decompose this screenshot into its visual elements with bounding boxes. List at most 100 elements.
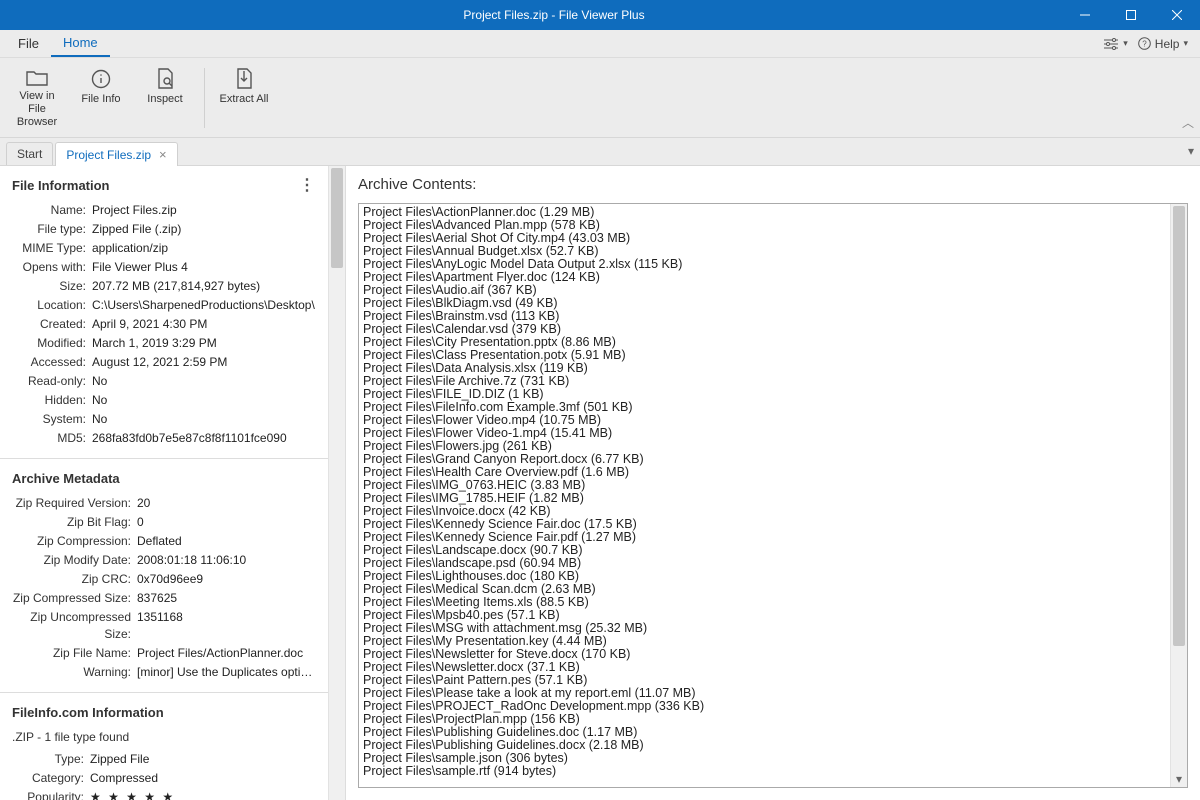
minimize-button[interactable] bbox=[1062, 0, 1108, 30]
help-button[interactable]: ? Help ▾ bbox=[1138, 37, 1188, 51]
view-in-file-browser-button[interactable]: View in File Browser bbox=[8, 64, 66, 132]
info-label: Location: bbox=[12, 297, 92, 314]
help-label: Help bbox=[1155, 37, 1180, 51]
info-row: System:No bbox=[0, 410, 328, 429]
info-row: Zip File Name:Project Files/ActionPlanne… bbox=[0, 644, 328, 663]
archive-entry[interactable]: Project Files\sample.rtf (914 bytes) bbox=[363, 765, 1166, 778]
info-value: Zipped File bbox=[90, 751, 316, 768]
info-row: Read-only:No bbox=[0, 372, 328, 391]
inspect-icon bbox=[155, 67, 175, 91]
info-row: MIME Type:application/zip bbox=[0, 239, 328, 258]
info-value: Project Files/ActionPlanner.doc bbox=[137, 645, 316, 662]
tab-strip: Start Project Files.zip × ▾ bbox=[0, 138, 1200, 166]
info-row: Created:April 9, 2021 4:30 PM bbox=[0, 315, 328, 334]
info-panel: File Information ⋮ Name:Project Files.zi… bbox=[0, 166, 346, 800]
info-value: 0 bbox=[137, 514, 316, 531]
info-label: Zip Uncompressed Size: bbox=[12, 609, 137, 643]
svg-text:?: ? bbox=[1142, 40, 1147, 49]
info-row: Category:Compressed bbox=[0, 769, 328, 788]
folder-icon bbox=[26, 67, 48, 88]
right-scrollbar[interactable]: ▾ bbox=[1170, 204, 1187, 787]
info-row: Name:Project Files.zip bbox=[0, 201, 328, 220]
archive-contents-list[interactable]: Project Files\ActionPlanner.doc (1.29 MB… bbox=[358, 203, 1188, 788]
info-value: 1351168 bbox=[137, 609, 316, 643]
divider bbox=[0, 458, 328, 459]
settings-button[interactable]: ▾ bbox=[1103, 38, 1128, 50]
info-label: Opens with: bbox=[12, 259, 92, 276]
info-row: Zip Compressed Size:837625 bbox=[0, 589, 328, 608]
info-value: Deflated bbox=[137, 533, 316, 550]
info-label: System: bbox=[12, 411, 92, 428]
info-label: MD5: bbox=[12, 430, 92, 447]
info-value: No bbox=[92, 373, 316, 390]
close-button[interactable] bbox=[1154, 0, 1200, 30]
info-label: Size: bbox=[12, 278, 92, 295]
info-label: Type: bbox=[12, 751, 90, 768]
tab-project-files[interactable]: Project Files.zip × bbox=[55, 142, 177, 166]
collapse-ribbon-icon[interactable]: ︿ bbox=[1182, 114, 1194, 131]
info-label: Hidden: bbox=[12, 392, 92, 409]
info-value: March 1, 2019 3:29 PM bbox=[92, 335, 316, 352]
info-row: Zip Uncompressed Size:1351168 bbox=[0, 608, 328, 644]
archive-contents-heading: Archive Contents: bbox=[358, 176, 1188, 193]
info-row: Opens with:File Viewer Plus 4 bbox=[0, 258, 328, 277]
info-label: Warning: bbox=[12, 664, 137, 681]
info-label: Modified: bbox=[12, 335, 92, 352]
left-scrollbar[interactable] bbox=[328, 166, 345, 800]
info-row: Zip Required Version:20 bbox=[0, 494, 328, 513]
close-tab-icon[interactable]: × bbox=[159, 147, 167, 162]
info-row: Zip Bit Flag:0 bbox=[0, 513, 328, 532]
info-row: Zip CRC:0x70d96ee9 bbox=[0, 570, 328, 589]
info-value: ★ ★ ★ ★ ★ bbox=[90, 789, 316, 800]
file-info-heading: File Information bbox=[12, 178, 110, 193]
info-value: [minor] Use the Duplicates option ... bbox=[137, 664, 316, 681]
window-title: Project Files.zip - File Viewer Plus bbox=[46, 8, 1062, 22]
info-row: Size:207.72 MB (217,814,927 bytes) bbox=[0, 277, 328, 296]
inspect-button[interactable]: Inspect bbox=[136, 64, 194, 132]
info-label: Zip Compression: bbox=[12, 533, 137, 550]
info-label: Name: bbox=[12, 202, 92, 219]
menu-home[interactable]: Home bbox=[51, 30, 110, 57]
info-label: Popularity: bbox=[12, 789, 90, 800]
info-value: application/zip bbox=[92, 240, 316, 257]
info-row: Location:C:\Users\SharpenedProductions\D… bbox=[0, 296, 328, 315]
info-value: 268fa83fd0b7e5e87c8f8f1101fce090 bbox=[92, 430, 316, 447]
info-row: Accessed:August 12, 2021 2:59 PM bbox=[0, 353, 328, 372]
info-label: Zip Compressed Size: bbox=[12, 590, 137, 607]
info-value: 837625 bbox=[137, 590, 316, 607]
tab-start[interactable]: Start bbox=[6, 142, 53, 165]
file-info-button[interactable]: File Info bbox=[72, 64, 130, 132]
maximize-button[interactable] bbox=[1108, 0, 1154, 30]
scroll-down-icon[interactable]: ▾ bbox=[1171, 771, 1187, 787]
info-row: Warning:[minor] Use the Duplicates optio… bbox=[0, 663, 328, 682]
info-row: Zip Modify Date:2008:01:18 11:06:10 bbox=[0, 551, 328, 570]
info-row: Type:Zipped File bbox=[0, 750, 328, 769]
info-label: Zip Required Version: bbox=[12, 495, 137, 512]
info-label: File type: bbox=[12, 221, 92, 238]
scrollbar-thumb[interactable] bbox=[1173, 206, 1185, 646]
chevron-down-icon: ▾ bbox=[1183, 38, 1188, 49]
info-value: 0x70d96ee9 bbox=[137, 571, 316, 588]
chevron-down-icon: ▾ bbox=[1123, 38, 1128, 49]
info-label: Zip File Name: bbox=[12, 645, 137, 662]
info-label: Read-only: bbox=[12, 373, 92, 390]
info-icon bbox=[91, 67, 111, 91]
tab-overflow-button[interactable]: ▾ bbox=[1188, 144, 1194, 158]
archive-metadata-heading: Archive Metadata bbox=[12, 471, 120, 486]
more-options-icon[interactable]: ⋮ bbox=[299, 181, 316, 191]
divider bbox=[0, 692, 328, 693]
info-value: 207.72 MB (217,814,927 bytes) bbox=[92, 278, 316, 295]
info-label: Created: bbox=[12, 316, 92, 333]
extract-icon bbox=[235, 67, 253, 91]
extract-all-button[interactable]: Extract All bbox=[215, 64, 273, 132]
info-row: Hidden:No bbox=[0, 391, 328, 410]
info-label: Zip Modify Date: bbox=[12, 552, 137, 569]
info-value: C:\Users\SharpenedProductions\Desktop\ bbox=[92, 297, 316, 314]
info-value: 2008:01:18 11:06:10 bbox=[137, 552, 316, 569]
menu-file[interactable]: File bbox=[6, 30, 51, 57]
info-value: No bbox=[92, 392, 316, 409]
content-panel: Archive Contents: Project Files\ActionPl… bbox=[346, 166, 1200, 800]
info-label: Accessed: bbox=[12, 354, 92, 371]
fileinfo-heading: FileInfo.com Information bbox=[12, 705, 164, 720]
scrollbar-thumb[interactable] bbox=[331, 168, 343, 268]
